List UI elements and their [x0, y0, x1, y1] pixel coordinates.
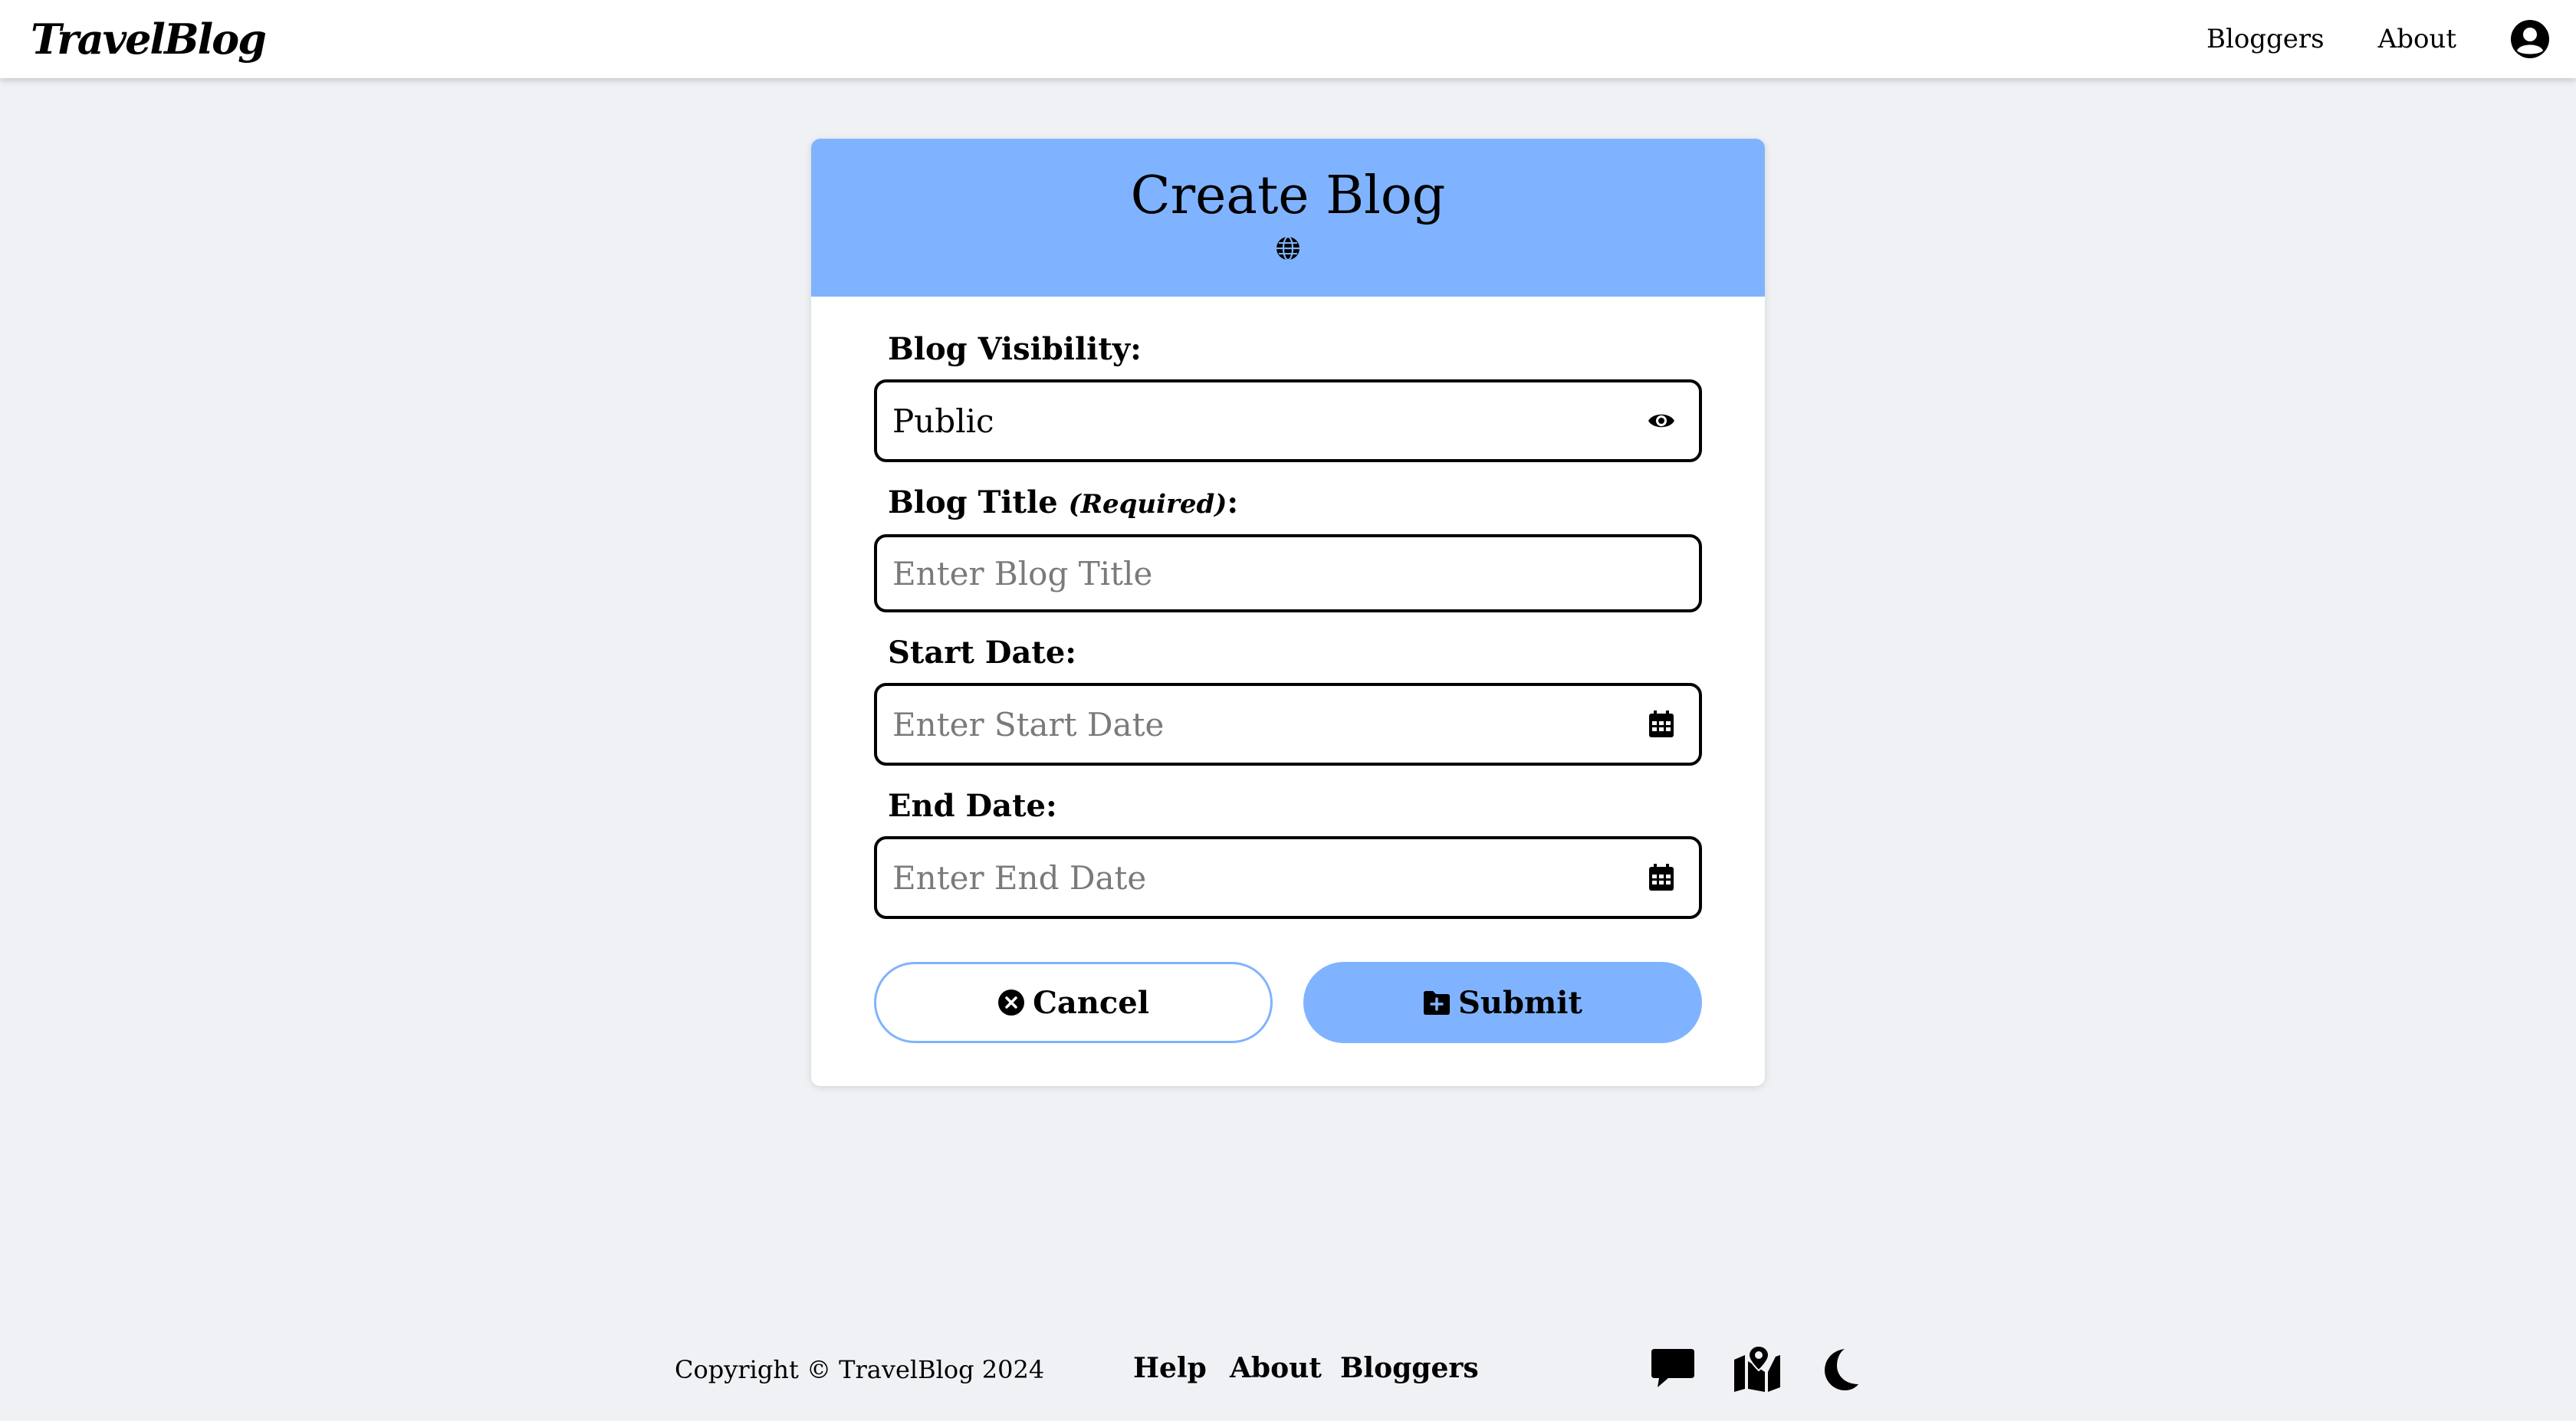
top-navbar: TravelBlog Bloggers About [0, 0, 2576, 78]
footer-link-help[interactable]: Help [1133, 1352, 1207, 1384]
cancel-button[interactable]: Cancel [874, 962, 1273, 1043]
submit-button-label: Submit [1458, 984, 1582, 1021]
chat-icon[interactable] [1648, 1344, 1697, 1393]
page-title: Create Blog [1130, 166, 1446, 226]
card-header: Create Blog [811, 139, 1765, 297]
required-note: (Required) [1068, 489, 1227, 520]
calendar-icon[interactable] [1647, 863, 1676, 892]
visibility-label: Blog Visibility: [888, 331, 1142, 367]
blog-title-label-text: Blog Title [888, 484, 1058, 520]
create-blog-form: Blog Visibility: Public Blog Title (Requ… [874, 330, 1702, 919]
nav-link-about[interactable]: About [2378, 24, 2456, 54]
create-blog-card: Create Blog Blog Visibility: Public Blog… [811, 139, 1765, 1086]
start-date-field[interactable] [874, 683, 1702, 766]
eye-icon[interactable] [1647, 406, 1676, 435]
end-date-input[interactable] [892, 858, 1628, 897]
calendar-icon[interactable] [1647, 710, 1676, 739]
folder-plus-icon [1424, 991, 1451, 1015]
submit-button[interactable]: Submit [1303, 962, 1702, 1043]
copyright-text: Copyright © TravelBlog 2024 [675, 1355, 1045, 1384]
visibility-value: Public [892, 402, 994, 440]
blog-title-label: Blog Title (Required): [874, 484, 1702, 523]
footer-link-bloggers[interactable]: Bloggers [1340, 1352, 1479, 1384]
blog-title-input[interactable] [892, 554, 1628, 592]
brand-logo[interactable]: TravelBlog [31, 15, 267, 64]
form-actions: Cancel Submit [874, 962, 1702, 1043]
visibility-select[interactable]: Public [874, 379, 1702, 462]
footer-link-about[interactable]: About [1230, 1352, 1322, 1384]
close-circle-icon [998, 989, 1025, 1016]
footer: Copyright © TravelBlog 2024 Help About B… [0, 1341, 2576, 1403]
nav-links: Bloggers About [2153, 19, 2550, 59]
globe-icon [1276, 235, 1300, 261]
blog-title-label-colon: : [1227, 484, 1239, 520]
dark-mode-moon-icon[interactable] [1817, 1344, 1866, 1393]
start-date-input[interactable] [892, 705, 1628, 743]
nav-link-bloggers[interactable]: Bloggers [2206, 24, 2325, 54]
end-date-field[interactable] [874, 836, 1702, 919]
start-date-label: Start Date: [888, 635, 1077, 671]
map-location-icon[interactable] [1733, 1344, 1782, 1393]
user-account-icon[interactable] [2510, 19, 2550, 59]
blog-title-field[interactable] [874, 534, 1702, 612]
end-date-label: End Date: [888, 788, 1057, 824]
cancel-button-label: Cancel [1033, 984, 1149, 1021]
